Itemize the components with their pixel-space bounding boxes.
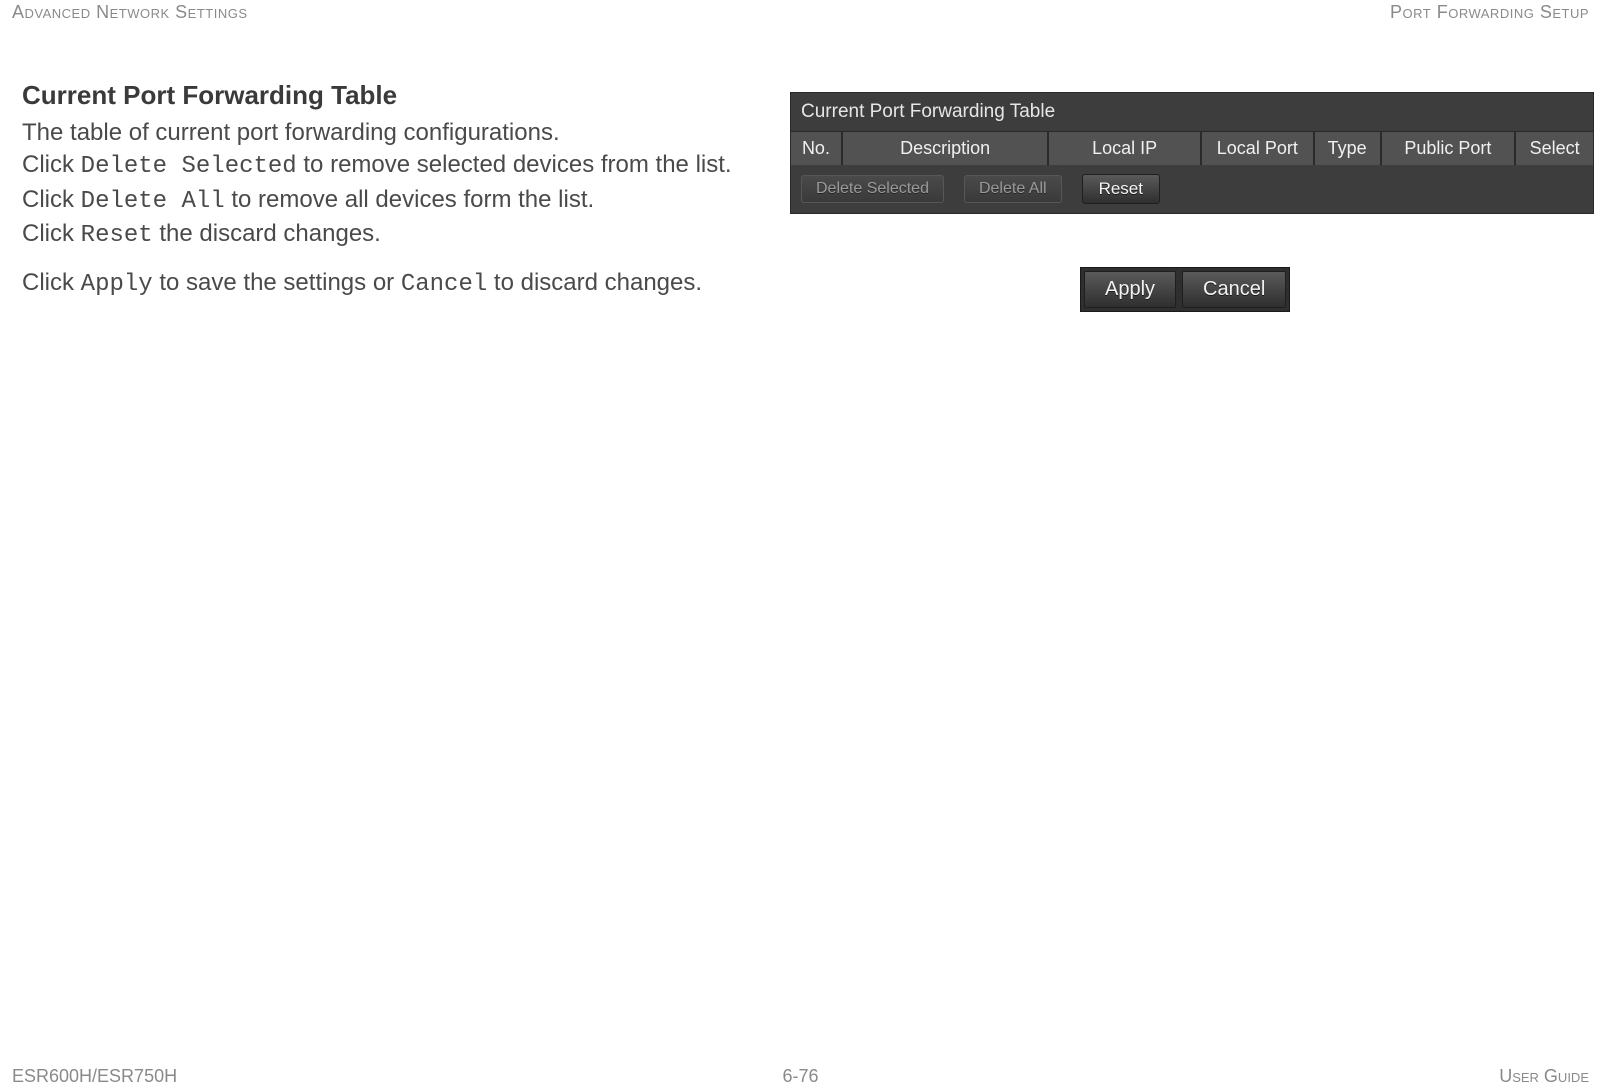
col-local-port: Local Port [1202,132,1315,165]
delete-selected-button[interactable]: Delete Selected [801,175,944,203]
text: Click [22,186,81,213]
code-delete-all: Delete All [81,188,225,215]
section-delete-all: Click Delete All to remove all devices f… [22,184,762,218]
table-action-bar: Delete Selected Delete All Reset [791,165,1593,213]
text: Click [22,220,81,247]
text: Click [22,269,81,296]
footer-page-number: 6-76 [782,1066,818,1087]
port-forwarding-table: Current Port Forwarding Table No. Descri… [790,92,1594,214]
section-reset: Click Reset the discard changes. [22,218,762,252]
col-local-ip: Local IP [1049,132,1202,165]
cancel-button[interactable]: Cancel [1182,271,1286,308]
router-ui-panel: Current Port Forwarding Table No. Descri… [790,92,1594,214]
apply-button[interactable]: Apply [1084,271,1176,308]
table-header-row: No. Description Local IP Local Port Type… [791,132,1593,165]
section-intro: The table of current port forwarding con… [22,117,762,149]
doc-text-block: Current Port Forwarding Table The table … [22,80,762,301]
text: to discard changes. [487,269,702,296]
page-header-left: Advanced Network Settings [12,2,248,23]
section-delete-selected: Click Delete Selected to remove selected… [22,149,762,183]
col-public-port: Public Port [1382,132,1517,165]
section-title: Current Port Forwarding Table [22,80,762,111]
text: to remove selected devices from the list… [297,151,732,178]
text: to save the settings or [153,269,401,296]
apply-cancel-bar: Apply Cancel [1080,267,1290,312]
page-header-right: Port Forwarding Setup [1390,2,1589,23]
delete-all-button[interactable]: Delete All [964,175,1062,203]
col-description: Description [843,132,1049,165]
section-apply-cancel: Click Apply to save the settings or Canc… [22,267,762,301]
reset-button[interactable]: Reset [1082,174,1160,204]
table-title: Current Port Forwarding Table [791,93,1593,132]
code-cancel: Cancel [401,271,487,298]
code-delete-selected: Delete Selected [81,153,297,180]
text: to remove all devices form the list. [225,186,594,213]
text: the discard changes. [153,220,381,247]
code-reset: Reset [81,222,153,249]
col-type: Type [1315,132,1382,165]
footer-model: ESR600H/ESR750H [12,1066,177,1087]
col-select: Select [1516,132,1593,165]
col-no: No. [791,132,843,165]
code-apply: Apply [81,271,153,298]
text: Click [22,151,81,178]
footer-guide: User Guide [1499,1066,1589,1087]
